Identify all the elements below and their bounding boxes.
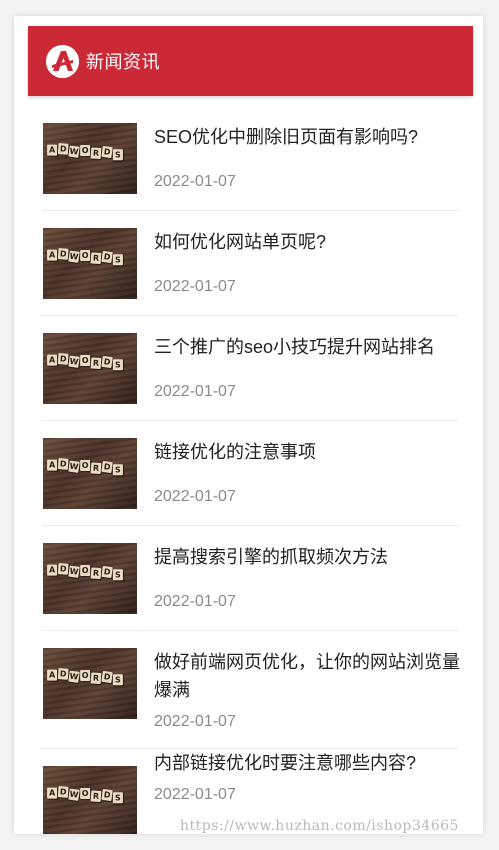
letter-tile: S: [112, 149, 123, 161]
news-item[interactable]: ADWORDS 如何优化网站单页呢? 2022-01-07: [42, 211, 459, 316]
letter-tile: D: [101, 250, 113, 264]
news-date: 2022-01-07: [154, 786, 236, 803]
news-panel: 新闻资讯 ADWORDS SEO优化中删除旧页面有影响吗? 2022-01-07…: [14, 16, 483, 834]
letter-tile: D: [57, 353, 69, 365]
letter-tile: D: [101, 565, 113, 579]
news-item[interactable]: ADWORDS 链接优化的注意事项 2022-01-07: [42, 421, 459, 526]
news-date: 2022-01-07: [154, 593, 236, 610]
letter-tile: D: [57, 458, 69, 470]
news-item[interactable]: ADWORDS SEO优化中删除旧页面有影响吗? 2022-01-07: [42, 106, 459, 211]
letter-tile: O: [80, 669, 91, 681]
news-thumbnail[interactable]: ADWORDS: [43, 333, 137, 404]
letter-tile: S: [112, 254, 123, 266]
news-title[interactable]: 三个推广的seo小技巧提升网站排名: [154, 333, 464, 361]
news-thumbnail[interactable]: ADWORDS: [43, 438, 137, 509]
a-letter-logo-icon-svg: [46, 44, 79, 78]
letter-tile: W: [68, 355, 80, 368]
letter-tile: R: [90, 462, 102, 475]
letter-tile: W: [68, 145, 80, 158]
a-letter-logo-icon: [46, 44, 79, 78]
letter-tile: A: [47, 144, 58, 156]
news-date: 2022-01-07: [154, 713, 236, 730]
letter-tile: D: [101, 355, 113, 369]
letter-tile: D: [57, 143, 69, 155]
letter-tile: O: [80, 459, 91, 471]
letter-tile: D: [57, 668, 69, 680]
letter-tile: A: [47, 787, 58, 799]
letter-tile: W: [68, 460, 80, 473]
letter-tile: W: [68, 250, 80, 263]
news-thumbnail[interactable]: ADWORDS: [43, 123, 137, 194]
letter-tile: A: [47, 354, 58, 366]
news-title[interactable]: SEO优化中删除旧页面有影响吗?: [154, 123, 464, 151]
news-title[interactable]: 链接优化的注意事项: [154, 438, 464, 466]
letter-tile: D: [101, 670, 113, 684]
letter-tile: O: [80, 787, 91, 799]
letter-tile: S: [112, 792, 123, 804]
news-header: 新闻资讯: [28, 26, 473, 96]
letter-tile: O: [80, 249, 91, 261]
letter-tile: D: [57, 786, 69, 798]
news-thumbnail[interactable]: ADWORDS: [43, 766, 137, 834]
news-title[interactable]: 做好前端网页优化，让你的网站浏览量爆满: [154, 648, 462, 704]
letter-tile: W: [68, 788, 80, 801]
letter-tile: D: [101, 145, 113, 159]
news-thumbnail[interactable]: ADWORDS: [43, 648, 137, 719]
letter-tile: O: [80, 144, 91, 156]
letter-tile: A: [47, 249, 58, 261]
header-title: 新闻资讯: [86, 52, 160, 72]
news-list: ADWORDS SEO优化中删除旧页面有影响吗? 2022-01-07 ADWO…: [42, 106, 462, 834]
letter-tile: A: [47, 459, 58, 471]
letter-tile: A: [47, 669, 58, 681]
letter-tile: R: [90, 672, 102, 685]
news-item[interactable]: ADWORDS 做好前端网页优化，让你的网站浏览量爆满 2022-01-07: [42, 631, 462, 749]
news-title[interactable]: 提高搜索引擎的抓取频次方法: [154, 543, 464, 571]
letter-tile: D: [101, 460, 113, 474]
news-thumbnail[interactable]: ADWORDS: [43, 228, 137, 299]
news-date: 2022-01-07: [154, 488, 236, 505]
letter-tile: R: [90, 790, 102, 803]
news-thumbnail[interactable]: ADWORDS: [43, 543, 137, 614]
news-item[interactable]: ADWORDS 三个推广的seo小技巧提升网站排名 2022-01-07: [42, 316, 459, 421]
letter-tile: O: [80, 564, 91, 576]
letter-tile: D: [57, 248, 69, 260]
letter-tile: W: [68, 670, 80, 683]
news-date: 2022-01-07: [154, 383, 236, 400]
watermark-text: https://www.huzhan.com/ishop34665: [180, 818, 459, 834]
letter-tile: O: [80, 354, 91, 366]
news-item[interactable]: ADWORDS 提高搜索引擎的抓取频次方法 2022-01-07: [42, 526, 459, 631]
letter-tile: R: [90, 567, 102, 580]
letter-tile: D: [101, 788, 113, 802]
news-title[interactable]: 如何优化网站单页呢?: [154, 228, 464, 256]
letter-tile: R: [90, 357, 102, 370]
news-date: 2022-01-07: [154, 278, 236, 295]
letter-tile: S: [112, 674, 123, 686]
letter-tile: S: [112, 464, 123, 476]
letter-tile: R: [90, 252, 102, 265]
news-title[interactable]: 内部链接优化时要注意哪些内容?: [154, 749, 464, 777]
letter-tile: D: [57, 563, 69, 575]
news-date: 2022-01-07: [154, 173, 236, 190]
letter-tile: S: [112, 569, 123, 581]
letter-tile: R: [90, 147, 102, 160]
letter-tile: W: [68, 565, 80, 578]
letter-tile: A: [47, 564, 58, 576]
letter-tile: S: [112, 359, 123, 371]
